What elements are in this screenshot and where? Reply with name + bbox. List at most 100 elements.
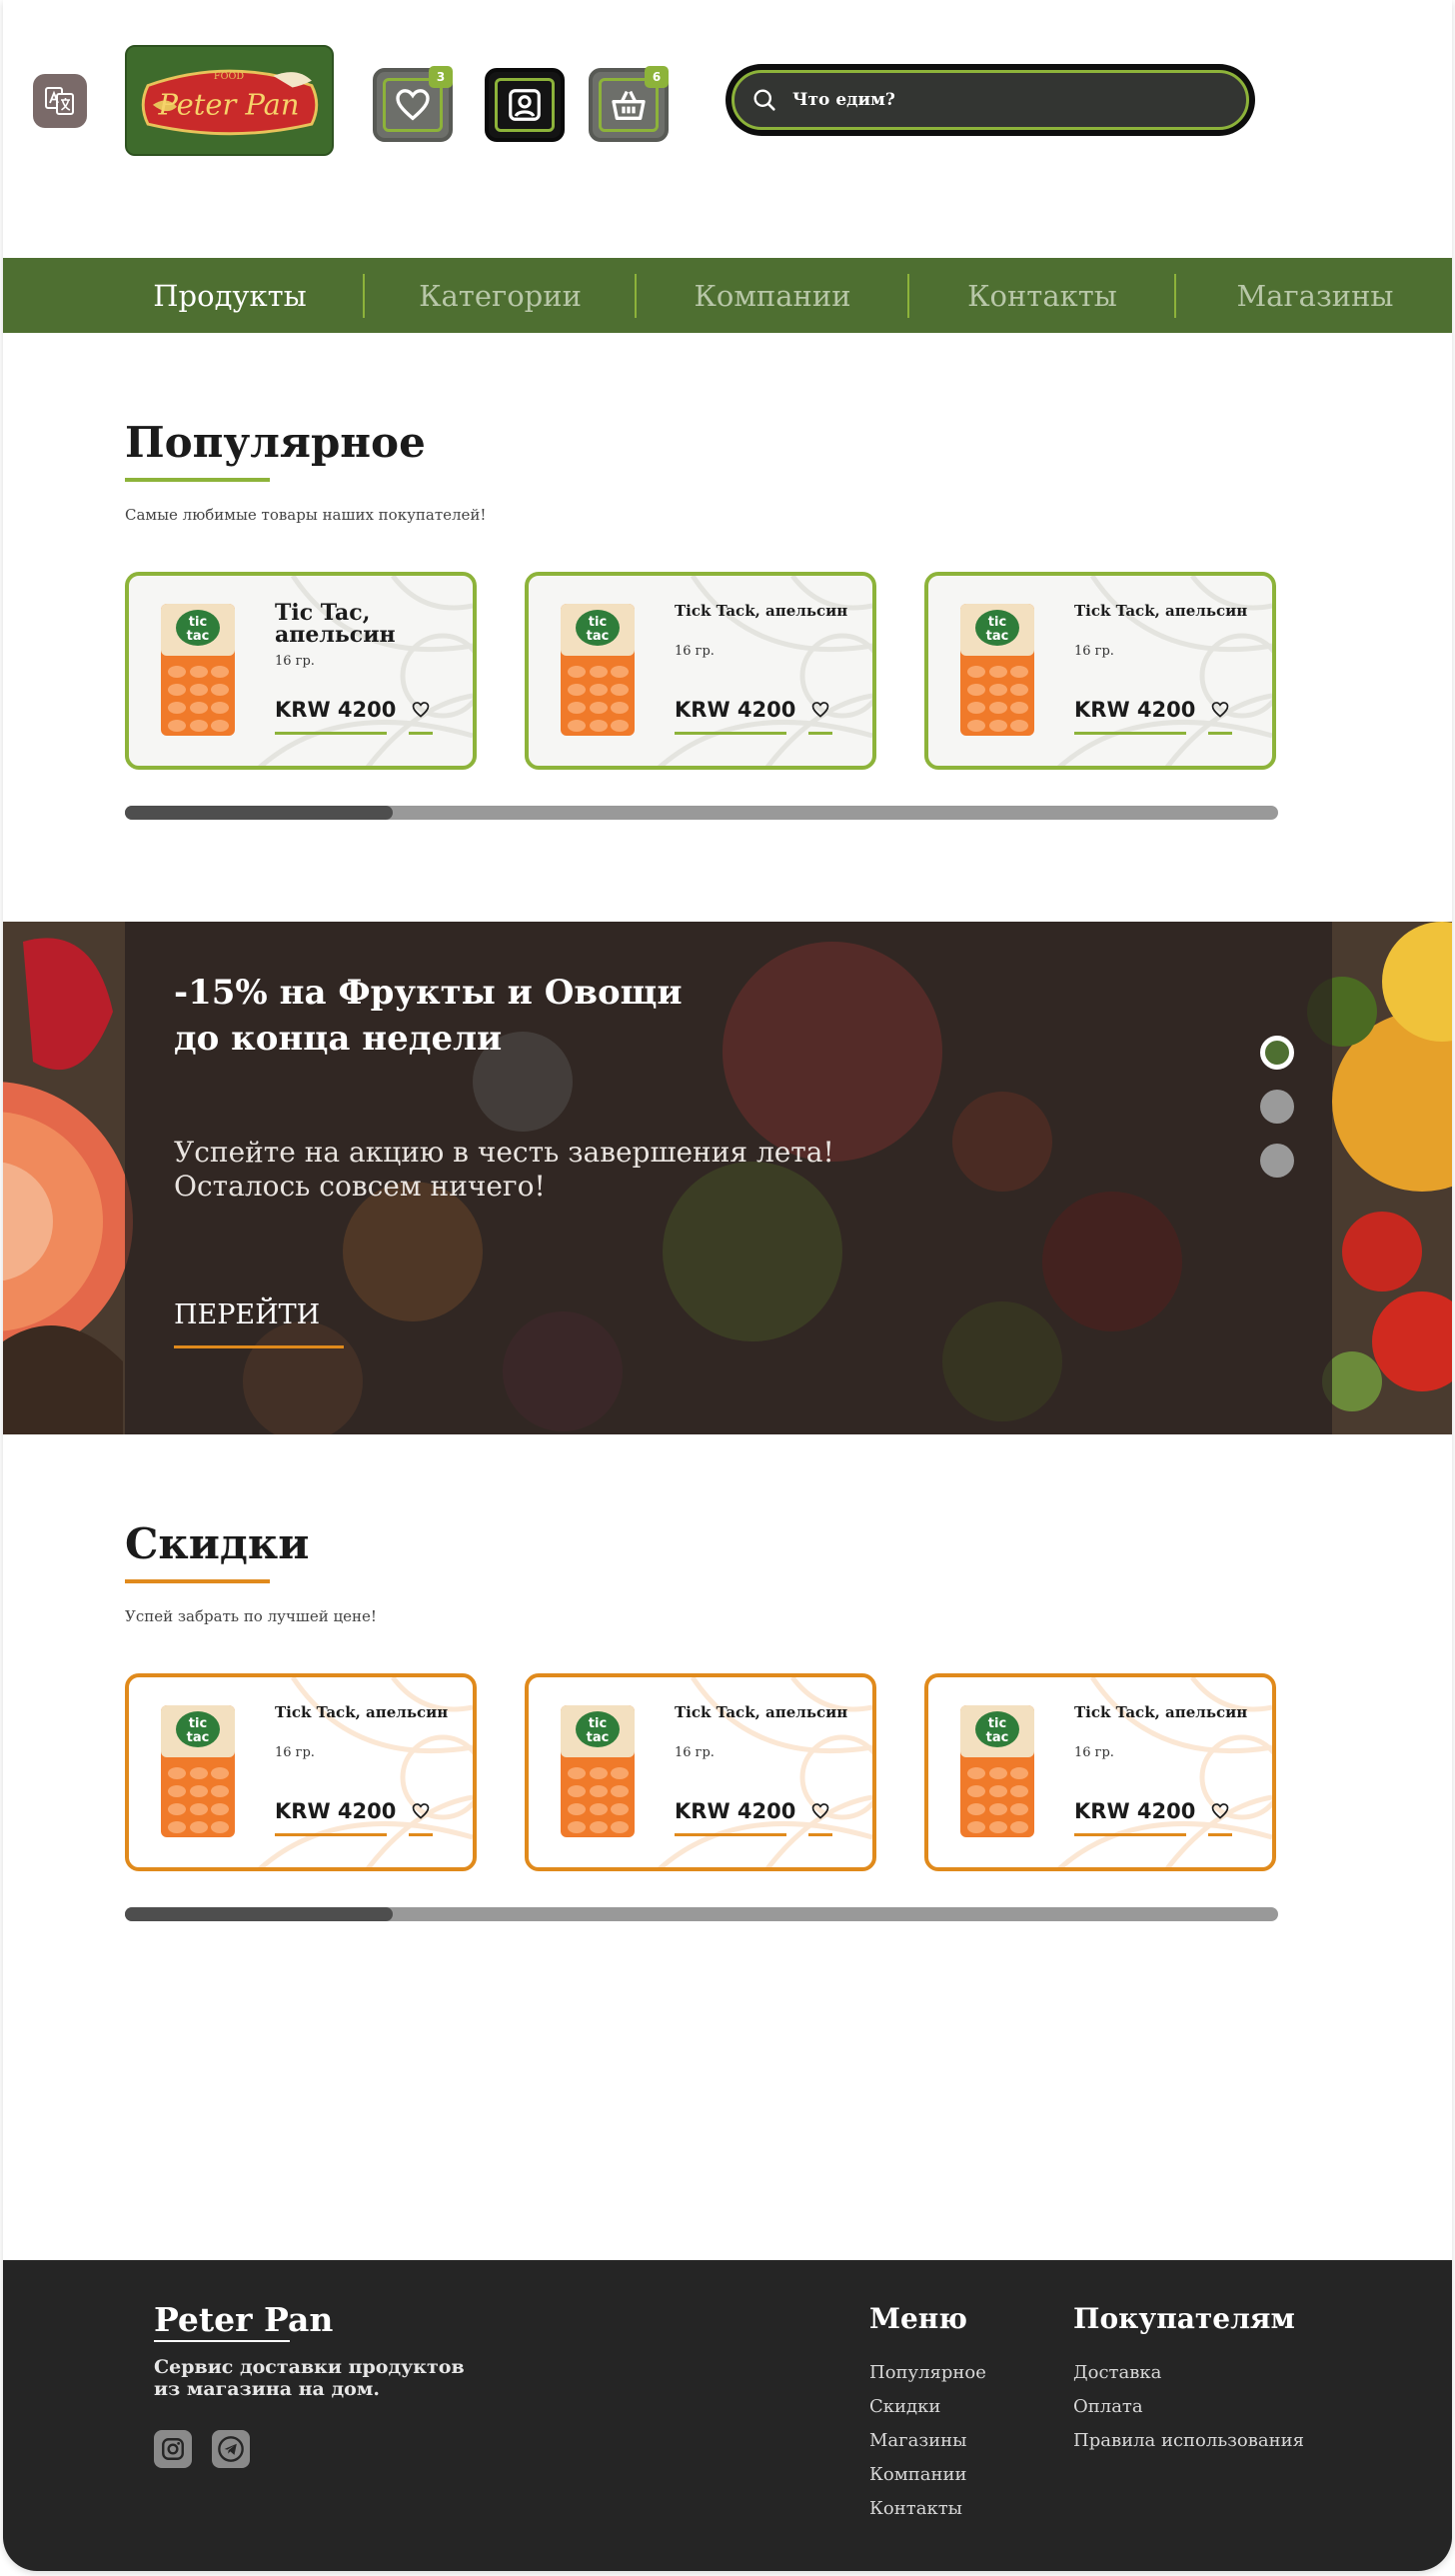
svg-text:tac: tac xyxy=(587,1730,610,1745)
product-price: KRW 4200 xyxy=(1074,698,1196,722)
discounts-subtitle: Успей забрать по лучшей цене! xyxy=(125,1607,377,1625)
heart-underline xyxy=(409,1833,433,1836)
footer-description: Сервис доставки продуктов из магазина на… xyxy=(154,2356,474,2400)
heart-underline xyxy=(1208,732,1232,735)
price-underline xyxy=(275,732,387,735)
product-name[interactable]: Tick Tack, апельсин xyxy=(275,1703,455,1721)
price-underline xyxy=(1074,732,1186,735)
product-card[interactable]: tic tac Tick Tack, апельсин 16 гр. KRW 4… xyxy=(924,572,1276,770)
nav-item-products[interactable]: Продукты xyxy=(125,258,335,333)
price-underline xyxy=(275,1833,387,1836)
product-name[interactable]: Tick Tack, апельсин xyxy=(1074,602,1254,620)
product-price: KRW 4200 xyxy=(275,698,397,722)
slider-dot-1[interactable] xyxy=(1260,1036,1294,1070)
footer-link-delivery[interactable]: Доставка xyxy=(1073,2360,1304,2394)
product-weight: 16 гр. xyxy=(275,654,315,669)
product-card[interactable]: tic tac Tic Tac, апельсин 16 гр. KRW 420… xyxy=(125,572,477,770)
add-to-favorites-icon[interactable] xyxy=(411,700,431,720)
product-name[interactable]: Tic Tac, апельсин xyxy=(275,602,455,646)
account-button[interactable] xyxy=(485,68,565,142)
telegram-icon xyxy=(218,2436,244,2462)
product-card[interactable]: tic tac Tick Tack, апельсин 16 гр. KRW 4… xyxy=(525,572,876,770)
svg-text:tic: tic xyxy=(589,615,607,630)
cart-button[interactable]: 6 xyxy=(589,66,669,142)
instagram-button[interactable] xyxy=(154,2430,192,2468)
search-icon xyxy=(753,89,775,111)
banner-text-line: Осталось совсем ничего! xyxy=(174,1170,546,1203)
product-image: tic tac xyxy=(960,1705,1034,1837)
product-card[interactable]: tic tac Tick Tack, апельсин 16 гр. KRW 4… xyxy=(525,1673,876,1871)
discounts-title-underline xyxy=(125,1579,270,1583)
nav-item-categories[interactable]: Категории xyxy=(393,258,608,333)
banner-go-link[interactable]: ПЕРЕЙТИ xyxy=(174,1299,320,1330)
add-to-favorites-icon[interactable] xyxy=(1210,700,1230,720)
discounts-scrollbar[interactable] xyxy=(125,1907,1278,1921)
add-to-favorites-icon[interactable] xyxy=(1210,1801,1230,1821)
add-to-favorites-icon[interactable] xyxy=(810,700,830,720)
scrollbar-thumb[interactable] xyxy=(125,1907,393,1921)
footer-link-contacts[interactable]: Контакты xyxy=(869,2496,986,2530)
nav-item-stores[interactable]: Магазины xyxy=(1200,258,1430,333)
product-price: KRW 4200 xyxy=(275,1799,397,1823)
footer-link-companies[interactable]: Компании xyxy=(869,2462,986,2496)
price-underline xyxy=(1074,1833,1186,1836)
price-underline xyxy=(675,1833,786,1836)
footer-link-stores[interactable]: Магазины xyxy=(869,2428,986,2462)
svg-text:tac: tac xyxy=(986,629,1009,644)
footer-menu-list: Популярное Скидки Магазины Компании Конт… xyxy=(869,2360,986,2530)
banner-title-line: -15% на Фрукты и Овощи xyxy=(174,973,683,1013)
svg-text:tic: tic xyxy=(189,1716,207,1731)
popular-subtitle: Самые любимые товары наших покупателей! xyxy=(125,506,487,524)
svg-text:tac: tac xyxy=(587,629,610,644)
svg-text:tic: tic xyxy=(988,1716,1006,1731)
discounts-title: Скидки xyxy=(125,1519,310,1568)
language-button[interactable] xyxy=(33,74,87,128)
popular-scrollbar[interactable] xyxy=(125,806,1278,820)
search-field[interactable]: Что едим? xyxy=(731,70,1249,130)
product-card[interactable]: tic tac Tick Tack, апельсин 16 гр. KRW 4… xyxy=(125,1673,477,1871)
product-weight: 16 гр. xyxy=(675,1745,715,1760)
add-to-favorites-icon[interactable] xyxy=(411,1801,431,1821)
heart-underline xyxy=(808,732,832,735)
page: FOOD Peter Pan 3 6 Что едим? Продукты Ка… xyxy=(3,0,1452,2571)
slider-dot-3[interactable] xyxy=(1260,1144,1294,1178)
footer-link-popular[interactable]: Популярное xyxy=(869,2360,986,2394)
telegram-button[interactable] xyxy=(212,2430,250,2468)
footer-description-line: из магазина на дом. xyxy=(154,2378,380,2400)
nav-item-contacts[interactable]: Контакты xyxy=(932,258,1152,333)
heart-underline xyxy=(409,732,433,735)
logo[interactable]: FOOD Peter Pan xyxy=(125,45,334,156)
svg-text:tac: tac xyxy=(187,629,210,644)
slider-dot-2[interactable] xyxy=(1260,1090,1294,1124)
product-image: tic tac xyxy=(960,604,1034,736)
favorites-count-badge: 3 xyxy=(429,66,453,88)
svg-text:tac: tac xyxy=(986,1730,1009,1745)
product-card[interactable]: tic tac Tick Tack, апельсин 16 гр. KRW 4… xyxy=(924,1673,1276,1871)
scrollbar-thumb[interactable] xyxy=(125,806,393,820)
footer-link-discounts[interactable]: Скидки xyxy=(869,2394,986,2428)
footer-link-terms[interactable]: Правила использования xyxy=(1073,2428,1304,2462)
footer-link-payment[interactable]: Оплата xyxy=(1073,2394,1304,2428)
product-image: tic tac xyxy=(561,1705,635,1837)
product-name[interactable]: Tick Tack, апельсин xyxy=(1074,1703,1254,1721)
nav-separator xyxy=(635,274,637,318)
promo-banner: -15% на Фрукты и Овощи до конца недели У… xyxy=(3,922,1452,1434)
nav-separator xyxy=(363,274,365,318)
product-weight: 16 гр. xyxy=(1074,1745,1114,1760)
nav-item-companies[interactable]: Компании xyxy=(663,258,882,333)
search-placeholder: Что едим? xyxy=(792,90,895,110)
instagram-icon xyxy=(162,2438,184,2460)
add-to-favorites-icon[interactable] xyxy=(810,1801,830,1821)
heart-underline xyxy=(1208,1833,1232,1836)
product-name[interactable]: Tick Tack, апельсин xyxy=(675,1703,854,1721)
svg-text:tic: tic xyxy=(189,615,207,630)
logo-text: Peter Pan xyxy=(158,87,300,121)
nav-separator xyxy=(907,274,909,318)
footer: Peter Pan Сервис доставки продуктов из м… xyxy=(3,2260,1452,2571)
product-price: KRW 4200 xyxy=(675,698,796,722)
favorites-button[interactable]: 3 xyxy=(373,66,453,142)
product-price: KRW 4200 xyxy=(1074,1799,1196,1823)
price-underline xyxy=(675,732,786,735)
product-name[interactable]: Tick Tack, апельсин xyxy=(675,602,854,620)
search-bar[interactable]: Что едим? xyxy=(726,64,1255,136)
